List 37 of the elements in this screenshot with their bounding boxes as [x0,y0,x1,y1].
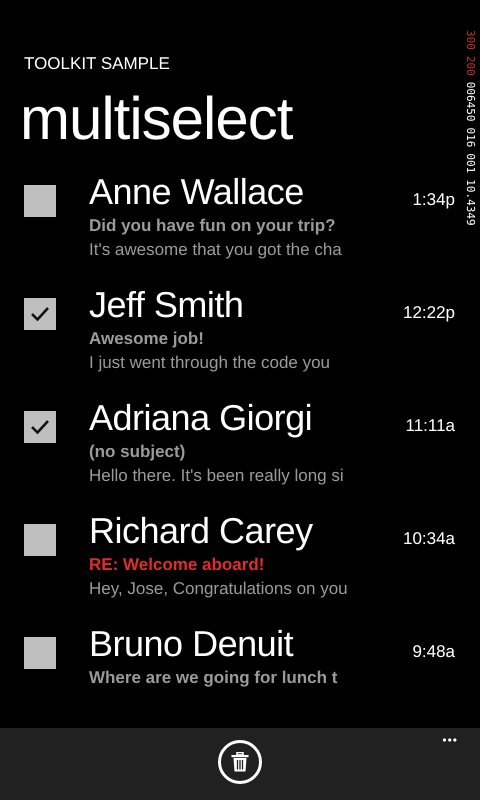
frame-counter-value: 016 [464,128,476,148]
message-preview: It's awesome that you got the cha [89,239,342,261]
frame-counter-value: 200 [464,56,476,76]
sender-name: Richard Carey [89,509,313,553]
message-preview: I just went through the code you [89,352,330,374]
app-title: TOOLKIT SAMPLE [23,53,170,74]
message-subject: RE: Welcome aboard! [89,554,264,576]
checkbox[interactable] [24,411,56,443]
message-preview: Hey, Jose, Congratulations on you [89,578,348,600]
frame-counter-value: 006450 [464,82,476,122]
delete-button[interactable] [218,740,262,784]
message-time: 1:34p [412,190,455,211]
page-title: multiselect [20,84,292,154]
checkmark-icon [30,306,50,322]
message-subject: (no subject) [89,441,186,463]
message-subject: Did you have fun on your trip? [89,215,336,237]
sender-name: Jeff Smith [89,283,244,327]
frame-counter-value: 300 [464,30,476,50]
frame-counter-value: 10.4349 [464,179,476,226]
message-time: 12:22p [403,303,455,324]
checkmark-icon [30,419,50,435]
message-preview: Hello there. It's been really long si [89,465,344,487]
sender-name: Anne Wallace [89,170,304,214]
frame-counter-value: 001 [464,153,476,174]
checkbox[interactable] [24,298,56,330]
checkbox[interactable] [24,524,56,556]
checkbox[interactable] [24,637,56,669]
trash-icon [231,752,249,772]
message-subject: Where are we going for lunch t [89,667,338,689]
message-time: 11:11a [406,416,455,437]
message-time: 10:34a [403,529,455,550]
message-subject: Awesome job! [89,328,204,350]
sender-name: Adriana Giorgi [89,396,312,440]
sender-name: Bruno Denuit [89,622,294,666]
checkbox[interactable] [24,185,56,217]
message-time: 9:48a [412,642,455,663]
more-button[interactable]: ••• [442,732,458,748]
